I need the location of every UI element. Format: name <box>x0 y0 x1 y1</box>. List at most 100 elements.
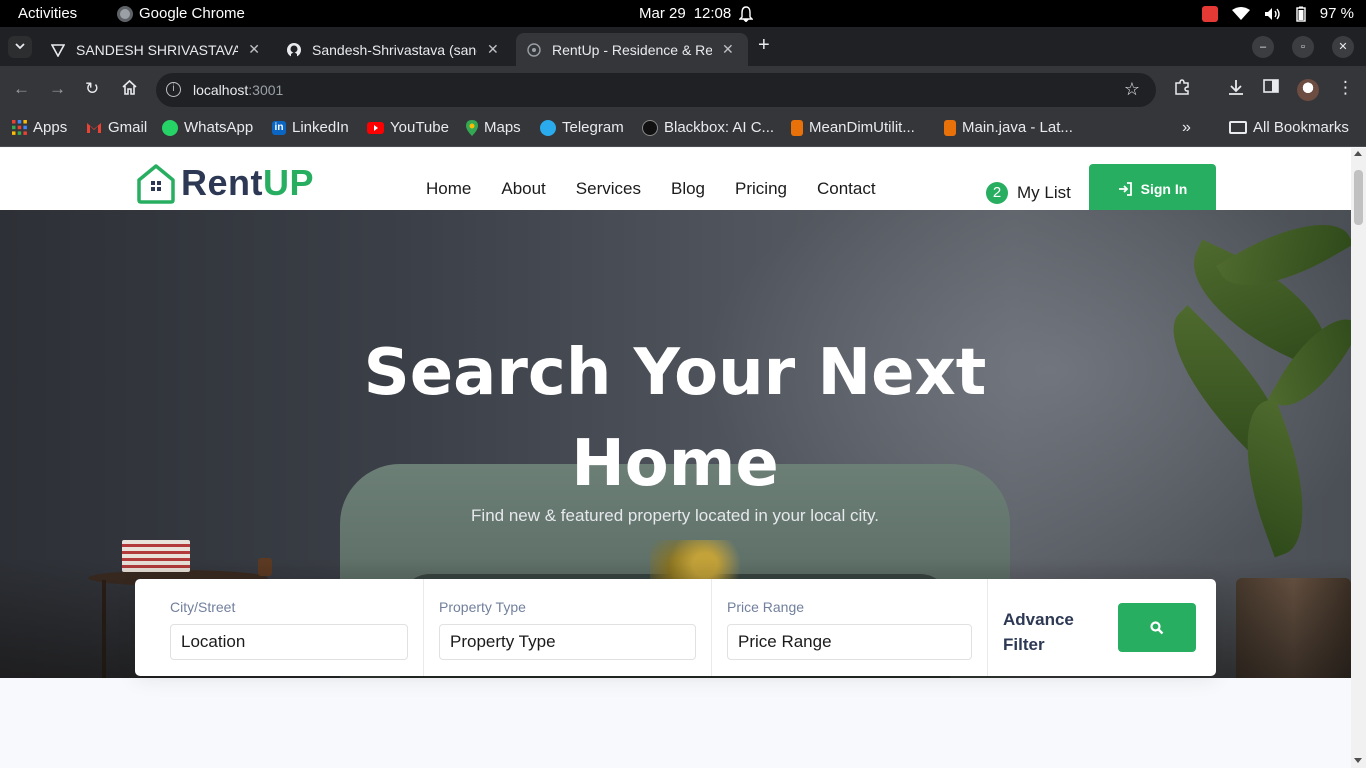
home-icon <box>122 79 137 95</box>
advance-filter-link[interactable]: Advance Filter <box>1003 607 1103 657</box>
restore-button[interactable]: ▫ <box>1292 36 1314 58</box>
download-icon <box>1229 80 1243 95</box>
maps-pin-icon <box>466 119 478 136</box>
nav-contact[interactable]: Contact <box>817 179 876 199</box>
price-range-input[interactable]: Price Range <box>727 624 972 660</box>
bookmark-mainjava[interactable]: Main.java - Lat... <box>944 119 1073 136</box>
app-menu[interactable]: Google Chrome <box>117 5 245 22</box>
profile-avatar[interactable] <box>1297 79 1319 101</box>
system-tray[interactable]: 97 % <box>1201 5 1354 22</box>
bookmark-label: Blackbox: AI C... <box>664 119 775 136</box>
activities-button[interactable]: Activities <box>18 5 77 22</box>
downloads-button[interactable] <box>1227 78 1245 101</box>
extensions-button[interactable] <box>1173 78 1191 101</box>
price-range-field-group: Price Range Price Range <box>712 579 988 676</box>
web-page: RentUP Home About Services Blog Pricing … <box>0 148 1351 768</box>
side-panel-button[interactable] <box>1263 78 1279 99</box>
apps-grid-icon <box>12 120 27 135</box>
close-icon[interactable]: ✕ <box>248 41 260 58</box>
city-label: City/Street <box>170 599 236 615</box>
sign-in-label: Sign In <box>1140 181 1188 197</box>
tab-title: RentUp - Residence & Real Estate <box>552 41 712 58</box>
forward-button[interactable]: → <box>49 79 66 99</box>
bookmark-label: Apps <box>33 119 68 136</box>
nav-about[interactable]: About <box>501 179 545 199</box>
sign-in-button[interactable]: Sign In <box>1089 164 1216 214</box>
bookmark-label: LinkedIn <box>292 119 349 136</box>
site-header: RentUP Home About Services Blog Pricing … <box>0 148 1351 214</box>
react-icon <box>526 42 542 58</box>
bookmark-apps[interactable]: Apps <box>12 119 67 136</box>
back-button[interactable]: ← <box>13 79 30 99</box>
close-window-button[interactable]: ✕ <box>1332 36 1354 58</box>
bookmark-label: Gmail <box>108 119 148 136</box>
my-list-button[interactable]: 2 My List <box>986 182 1071 204</box>
site-info-icon[interactable]: i <box>166 82 181 97</box>
property-type-input[interactable]: Property Type <box>439 624 696 660</box>
time-label: 12:08 <box>693 5 732 22</box>
main-nav: Home About Services Blog Pricing Contact <box>426 179 876 199</box>
system-top-bar: Activities Google Chrome Mar 29 12:08 97… <box>0 0 1366 27</box>
nav-blog[interactable]: Blog <box>671 179 705 199</box>
bookmark-whatsapp[interactable]: WhatsApp <box>162 119 253 136</box>
property-type-field-group: Property Type Property Type <box>424 579 712 676</box>
site-logo[interactable]: RentUP <box>135 162 314 204</box>
browser-toolbar: ← → ↻ i localhost:3001 ☆ ⋮ <box>0 66 1366 113</box>
bookmark-linkedin[interactable]: in LinkedIn <box>272 119 349 136</box>
tab-github[interactable]: Sandesh-Shrivastava (sandesh ✕ <box>276 33 512 66</box>
tab-title: SANDESH SHRIVASTAVA <box>76 41 239 58</box>
bookmark-meandim[interactable]: MeanDimUtilit... <box>791 119 915 136</box>
reload-button[interactable]: ↻ <box>85 79 99 99</box>
search-icon <box>1150 620 1164 634</box>
hero-title: Search Your Next Home <box>350 328 1000 510</box>
screen-share-icon <box>1201 5 1218 22</box>
close-icon[interactable]: ✕ <box>722 41 734 58</box>
app-name: Google Chrome <box>139 5 245 22</box>
property-search-form: City/Street Location Property Type Prope… <box>135 579 1216 676</box>
my-list-label: My List <box>1017 183 1071 202</box>
leetcode-icon <box>944 119 956 136</box>
nav-pricing[interactable]: Pricing <box>735 179 787 199</box>
scroll-down-arrow-icon[interactable] <box>1354 758 1362 763</box>
tab-sandesh[interactable]: SANDESH SHRIVASTAVA ✕ <box>40 33 270 66</box>
minimize-button[interactable]: – <box>1252 36 1274 58</box>
new-tab-button[interactable]: + <box>758 34 770 57</box>
puzzle-icon <box>1175 79 1189 95</box>
chrome-menu-button[interactable]: ⋮ <box>1337 78 1354 98</box>
hero-subtitle: Find new & featured property located in … <box>471 506 879 525</box>
close-icon[interactable]: ✕ <box>487 41 499 58</box>
bookmark-label: WhatsApp <box>184 119 254 136</box>
bookmark-youtube[interactable]: YouTube <box>367 119 449 136</box>
blackbox-icon <box>642 119 658 136</box>
bookmark-blackbox[interactable]: Blackbox: AI C... <box>642 119 774 136</box>
address-bar[interactable]: i localhost:3001 ☆ <box>156 73 1156 107</box>
bell-icon <box>739 5 754 22</box>
battery-percent: 97 % <box>1319 5 1354 22</box>
city-input[interactable]: Location <box>170 624 408 660</box>
advance-filter-line-1: Advance <box>1003 610 1074 629</box>
bookmark-gmail[interactable]: Gmail <box>86 119 147 136</box>
leetcode-icon <box>791 119 803 136</box>
nav-services[interactable]: Services <box>576 179 641 199</box>
more-bookmarks-button[interactable]: » <box>1182 119 1191 137</box>
home-button[interactable] <box>121 79 138 100</box>
nav-home[interactable]: Home <box>426 179 471 199</box>
hero-title-line-1: Search Your Next <box>363 336 987 410</box>
folder-icon <box>1229 121 1247 134</box>
scrollbar-thumb[interactable] <box>1354 170 1363 225</box>
property-type-label: Property Type <box>439 599 526 615</box>
bookmark-maps[interactable]: Maps <box>466 119 521 136</box>
date-label: Mar 29 <box>639 5 686 22</box>
search-button[interactable] <box>1118 603 1196 652</box>
all-bookmarks-button[interactable]: All Bookmarks <box>1229 119 1349 136</box>
clock[interactable]: Mar 29 12:08 <box>639 5 754 22</box>
house-logo-icon <box>137 164 175 204</box>
price-range-label: Price Range <box>727 599 805 615</box>
tab-search-button[interactable] <box>8 36 32 58</box>
linkedin-icon: in <box>272 120 286 135</box>
page-scrollbar[interactable] <box>1351 148 1366 768</box>
bookmark-telegram[interactable]: Telegram <box>540 119 624 136</box>
bookmark-star-icon[interactable]: ☆ <box>1124 79 1140 100</box>
tab-rentup[interactable]: RentUp - Residence & Real Estate ✕ <box>516 33 748 66</box>
scroll-up-arrow-icon[interactable] <box>1354 151 1362 156</box>
